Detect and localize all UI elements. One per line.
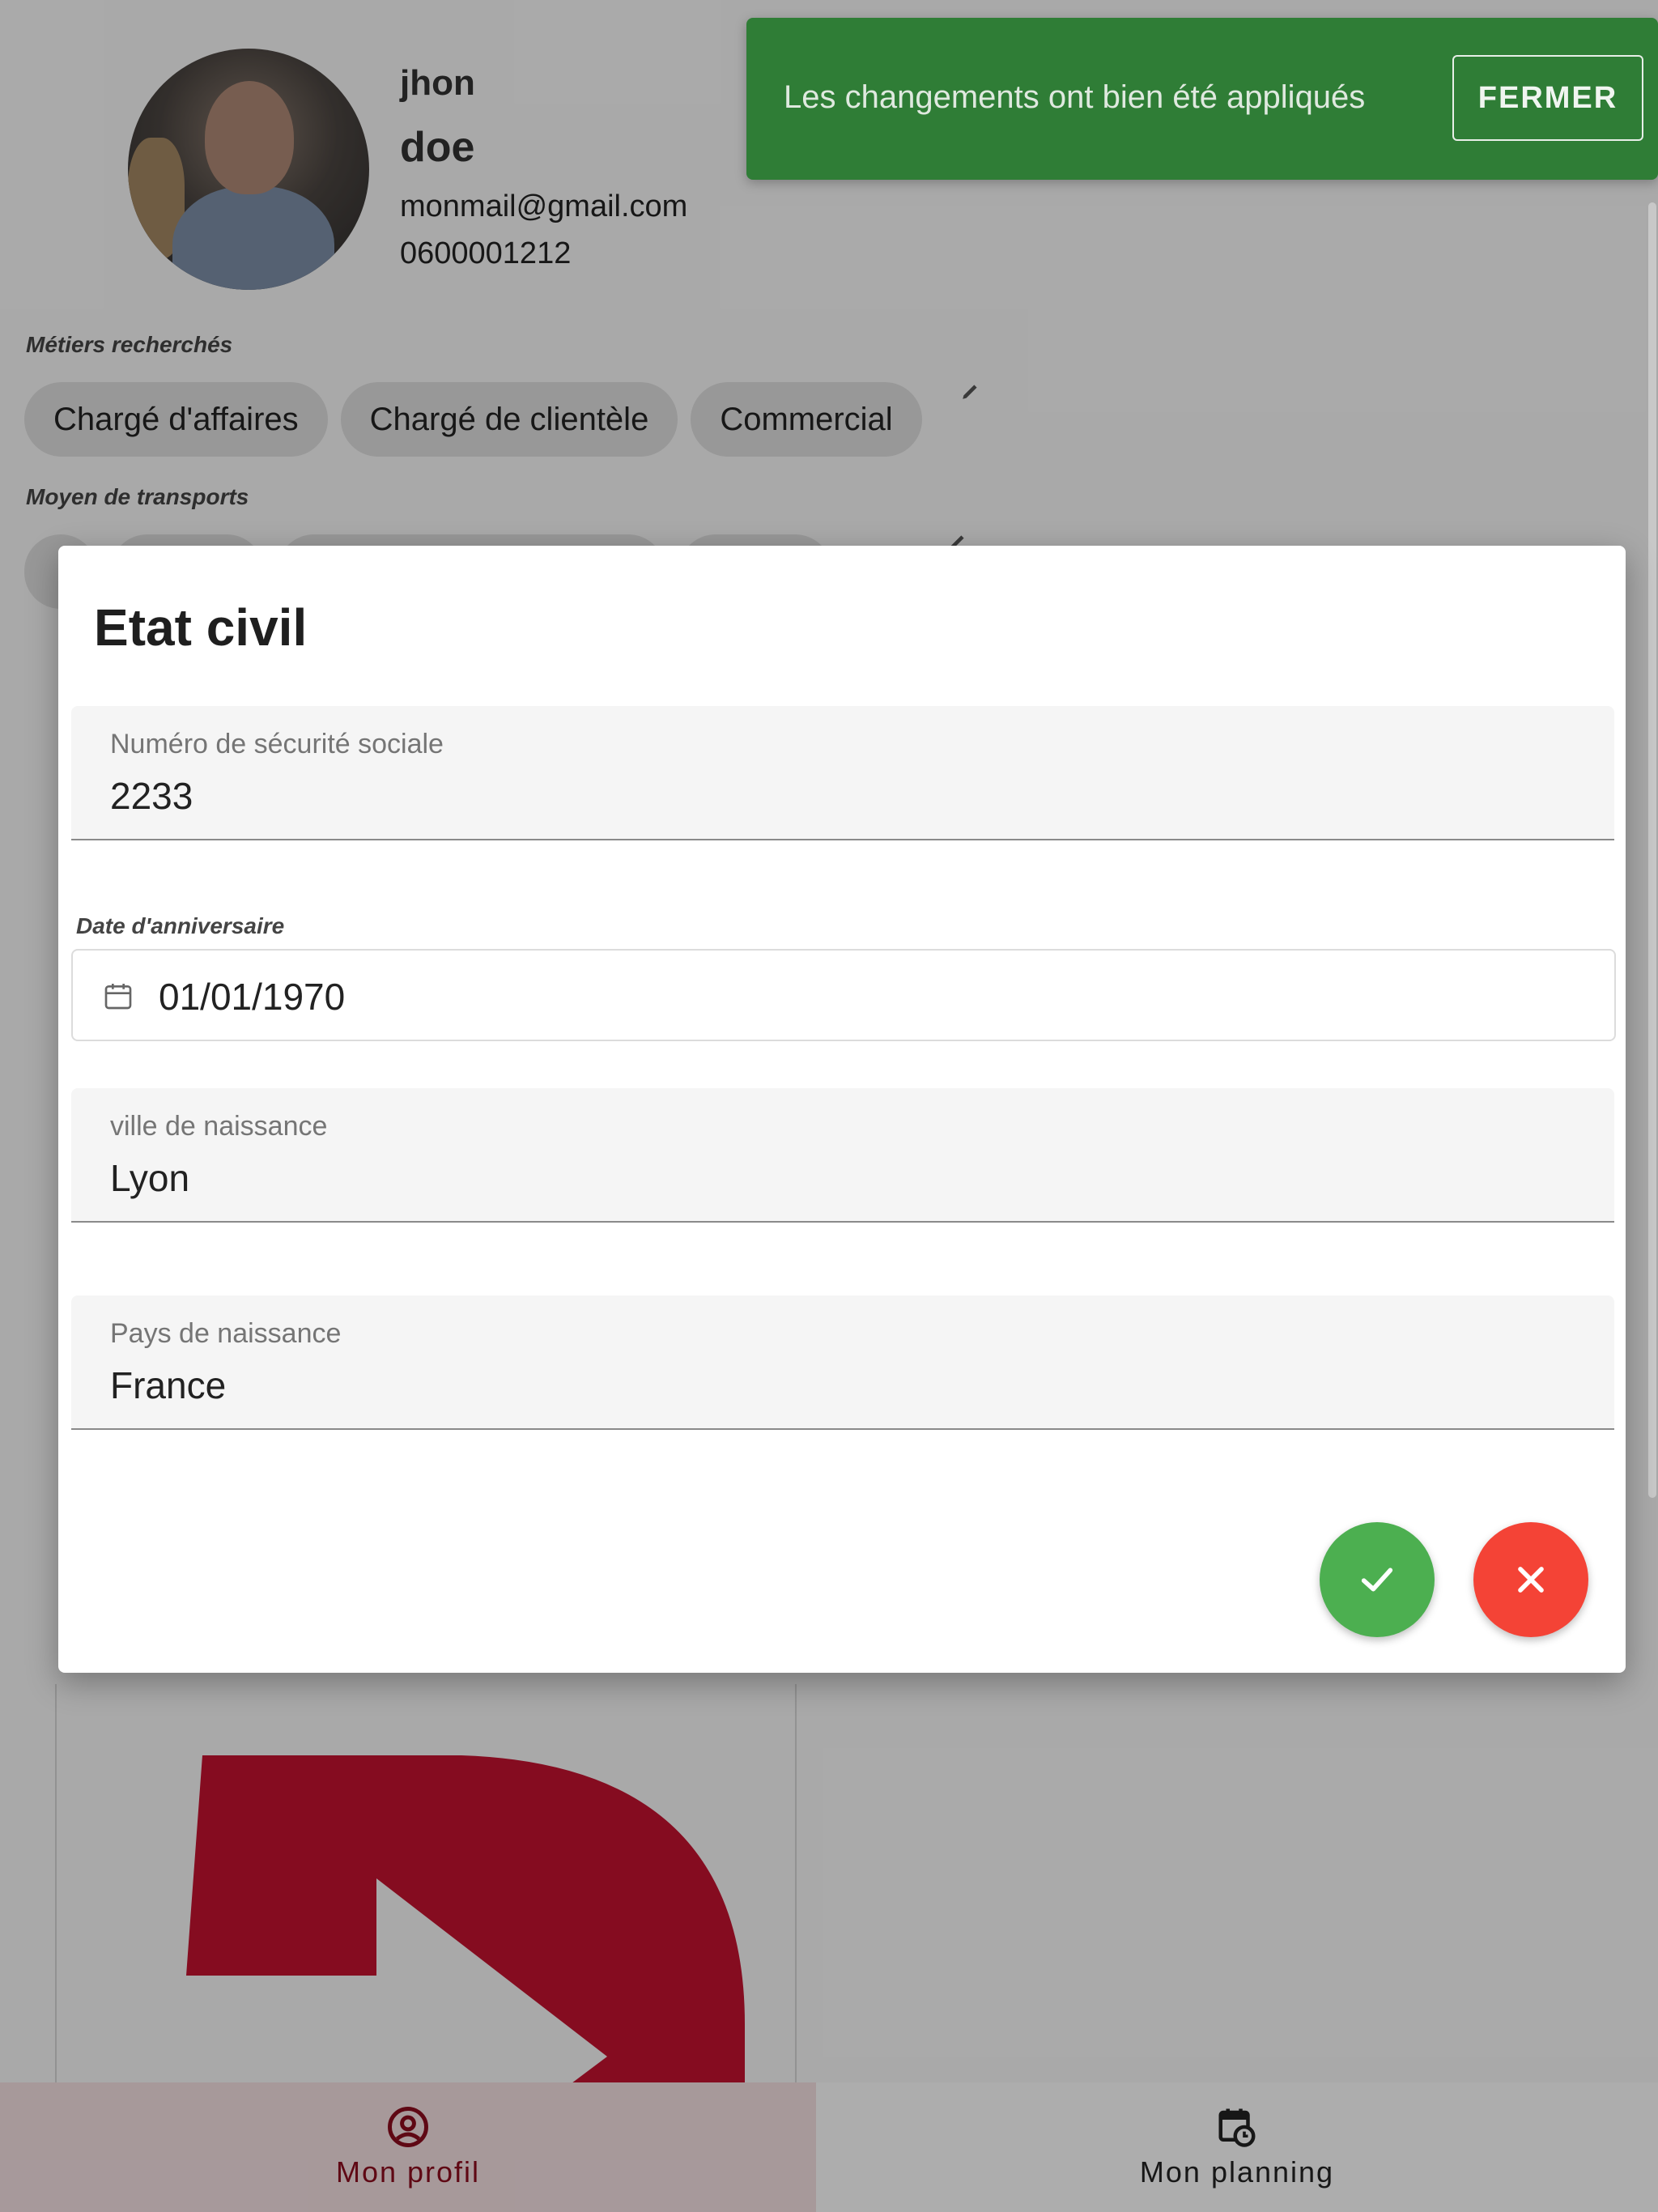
birth-city-value[interactable]: Lyon	[110, 1156, 189, 1200]
check-icon	[1361, 1568, 1393, 1592]
snackbar-message: Les changements ont bien été appliqués	[784, 79, 1366, 115]
birth-country-field[interactable]: Pays de naissance France	[71, 1295, 1614, 1430]
snackbar-close-button[interactable]: FERMER	[1452, 55, 1643, 141]
ssn-label: Numéro de sécurité sociale	[110, 729, 444, 759]
ssn-field[interactable]: Numéro de sécurité sociale 2233	[71, 706, 1614, 840]
birth-country-label: Pays de naissance	[110, 1318, 342, 1349]
app-page: jhon doe monmail@gmail.com 0600001212 Mé…	[0, 0, 1658, 2212]
birth-country-value[interactable]: France	[110, 1363, 226, 1407]
snackbar: Les changements ont bien été appliqués F…	[746, 18, 1658, 180]
close-icon	[1518, 1567, 1544, 1593]
birth-city-field[interactable]: ville de naissance Lyon	[71, 1088, 1614, 1223]
calendar-icon[interactable]	[102, 980, 134, 1012]
etat-civil-dialog: Etat civil Numéro de sécurité sociale 22…	[58, 546, 1626, 1673]
confirm-button[interactable]	[1320, 1522, 1435, 1637]
ssn-value[interactable]: 2233	[110, 774, 193, 818]
birthdate-label: Date d'anniversaire	[76, 913, 285, 938]
cancel-button[interactable]	[1473, 1522, 1588, 1637]
birthdate-value[interactable]: 01/01/1970	[159, 975, 345, 1019]
dialog-title: Etat civil	[94, 598, 308, 657]
birthdate-field[interactable]: 01/01/1970	[71, 949, 1616, 1041]
scrollbar[interactable]	[1648, 202, 1656, 1498]
birth-city-label: ville de naissance	[110, 1111, 328, 1142]
